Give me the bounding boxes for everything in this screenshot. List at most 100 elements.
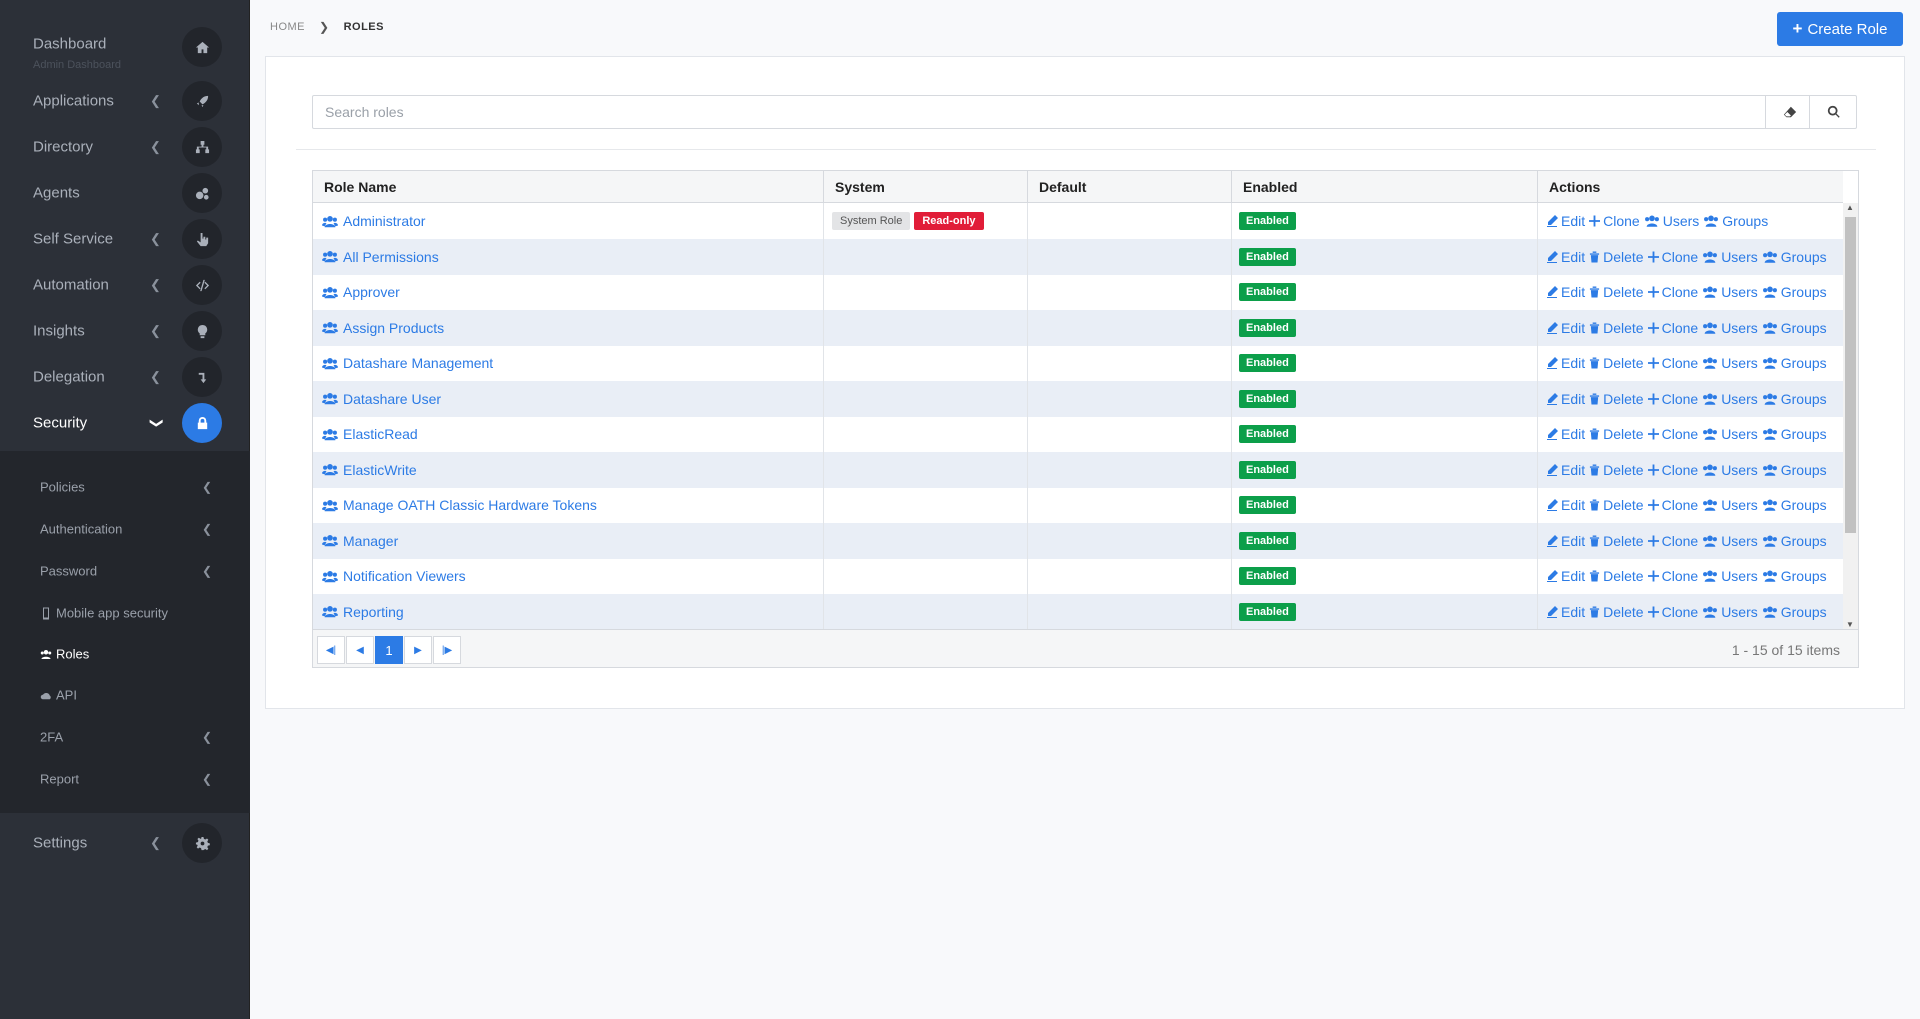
prev-page-button[interactable]: ◀ [346,636,374,664]
column-header-enabled[interactable]: Enabled [1232,171,1538,203]
scrollbar-thumb[interactable] [1845,217,1856,533]
edit-action[interactable]: Edit [1546,426,1585,442]
table-row[interactable]: Manager Enabled Edit Delete Clone Users Groups [313,522,1843,559]
edit-action[interactable]: Edit [1546,249,1585,265]
delete-action[interactable]: Delete [1589,284,1644,300]
clone-action[interactable]: Clone [1589,213,1640,229]
role-name-link[interactable]: Assign Products [313,320,444,336]
delete-action[interactable]: Delete [1589,568,1644,584]
vertical-scrollbar[interactable]: ▲ ▼ [1843,203,1858,629]
role-name-link[interactable]: Datashare Management [313,355,493,371]
groups-action[interactable]: Groups [1762,249,1827,265]
first-page-button[interactable]: ◀| [317,636,345,664]
column-header-actions[interactable]: Actions [1538,171,1843,203]
users-action[interactable]: Users [1702,497,1758,513]
nav-item-insights[interactable]: Insights ❮ [0,308,250,354]
table-row[interactable]: Approver Enabled Edit Delete Clone Users Group… [313,274,1843,310]
groups-action[interactable]: Groups [1762,462,1827,478]
edit-action[interactable]: Edit [1546,462,1585,478]
users-action[interactable]: Users [1702,462,1758,478]
nav-item-automation[interactable]: Automation ❮ [0,262,250,308]
role-name-link[interactable]: Datashare User [313,391,441,407]
column-header-role-name[interactable]: Role Name [313,171,824,203]
delete-action[interactable]: Delete [1589,355,1644,371]
submenu-item-password[interactable]: Password ❮ [0,554,250,588]
clone-action[interactable]: Clone [1647,604,1698,620]
submenu-item-api[interactable]: API [0,678,250,712]
role-name-link[interactable]: Reporting [313,604,404,620]
clone-action[interactable]: Clone [1647,426,1698,442]
table-row[interactable]: ElasticWrite Enabled Edit Delete Clone Users G… [313,451,1843,488]
page-number-button[interactable]: 1 [375,636,403,664]
scroll-up-icon[interactable]: ▲ [1846,203,1854,212]
nav-item-self-service[interactable]: Self Service ❮ [0,216,250,262]
table-row[interactable]: Notification Viewers Enabled Edit Delete Clo… [313,558,1843,594]
nav-item-settings[interactable]: Settings ❮ [0,820,250,866]
clone-action[interactable]: Clone [1647,533,1698,549]
delete-action[interactable]: Delete [1589,426,1644,442]
clone-action[interactable]: Clone [1647,355,1698,371]
submenu-item-roles[interactable]: Roles [0,637,250,671]
submenu-item-mobile-app-security[interactable]: Mobile app security [0,596,250,630]
table-row[interactable]: ElasticRead Enabled Edit Delete Clone Users Gr… [313,416,1843,452]
edit-action[interactable]: Edit [1546,213,1585,229]
table-row[interactable]: Datashare Management Enabled Edit Delete Clo… [313,345,1843,381]
users-action[interactable]: Users [1702,355,1758,371]
role-name-link[interactable]: ElasticWrite [313,462,417,478]
submenu-item-authentication[interactable]: Authentication ❮ [0,512,250,546]
delete-action[interactable]: Delete [1589,604,1644,620]
clone-action[interactable]: Clone [1647,497,1698,513]
nav-item-security[interactable]: Security ❮ [0,400,250,446]
users-action[interactable]: Users [1702,426,1758,442]
column-header-system[interactable]: System [824,171,1028,203]
clone-action[interactable]: Clone [1647,320,1698,336]
table-row[interactable]: All Permissions Enabled Edit Delete Clone Use… [313,238,1843,275]
groups-action[interactable]: Groups [1762,355,1827,371]
role-name-link[interactable]: Manage OATH Classic Hardware Tokens [313,497,597,513]
role-name-link[interactable]: Notification Viewers [313,568,466,584]
nav-item-applications[interactable]: Applications ❮ [0,78,250,124]
clone-action[interactable]: Clone [1647,568,1698,584]
groups-action[interactable]: Groups [1762,426,1827,442]
table-row[interactable]: Administrator System Role Read-only Enabled… [313,203,1843,239]
users-action[interactable]: Users [1644,213,1699,229]
table-row[interactable]: Reporting Enabled Edit Delete Clone Users Grou… [313,593,1843,629]
clone-action[interactable]: Clone [1647,391,1698,407]
role-name-link[interactable]: All Permissions [313,249,439,265]
edit-action[interactable]: Edit [1546,391,1585,407]
groups-action[interactable]: Groups [1762,497,1827,513]
breadcrumb-home[interactable]: HOME [270,21,305,33]
create-role-button[interactable]: + Create Role [1777,12,1903,46]
groups-action[interactable]: Groups [1762,391,1827,407]
edit-action[interactable]: Edit [1546,568,1585,584]
users-action[interactable]: Users [1702,533,1758,549]
delete-action[interactable]: Delete [1589,533,1644,549]
groups-action[interactable]: Groups [1762,568,1827,584]
edit-action[interactable]: Edit [1546,355,1585,371]
nav-item-directory[interactable]: Directory ❮ [0,124,250,170]
nav-item-delegation[interactable]: Delegation ❮ [0,354,250,400]
column-header-default[interactable]: Default [1028,171,1232,203]
clone-action[interactable]: Clone [1647,462,1698,478]
groups-action[interactable]: Groups [1762,284,1827,300]
table-row[interactable]: Assign Products Enabled Edit Delete Clone Use… [313,309,1843,346]
edit-action[interactable]: Edit [1546,284,1585,300]
role-name-link[interactable]: Approver [313,284,400,300]
edit-action[interactable]: Edit [1546,320,1585,336]
submenu-item-2fa[interactable]: 2FA ❮ [0,720,250,754]
clone-action[interactable]: Clone [1647,284,1698,300]
delete-action[interactable]: Delete [1589,249,1644,265]
clear-search-button[interactable] [1765,96,1813,128]
delete-action[interactable]: Delete [1589,497,1644,513]
scroll-down-icon[interactable]: ▼ [1846,620,1854,629]
clone-action[interactable]: Clone [1647,249,1698,265]
groups-action[interactable]: Groups [1762,604,1827,620]
table-row[interactable]: Datashare User Enabled Edit Delete Clone User… [313,380,1843,417]
groups-action[interactable]: Groups [1762,533,1827,549]
role-name-link[interactable]: Administrator [313,213,425,229]
users-action[interactable]: Users [1702,604,1758,620]
submenu-item-policies[interactable]: Policies ❮ [0,470,250,504]
nav-item-agents[interactable]: Agents [0,170,250,216]
delete-action[interactable]: Delete [1589,462,1644,478]
edit-action[interactable]: Edit [1546,497,1585,513]
